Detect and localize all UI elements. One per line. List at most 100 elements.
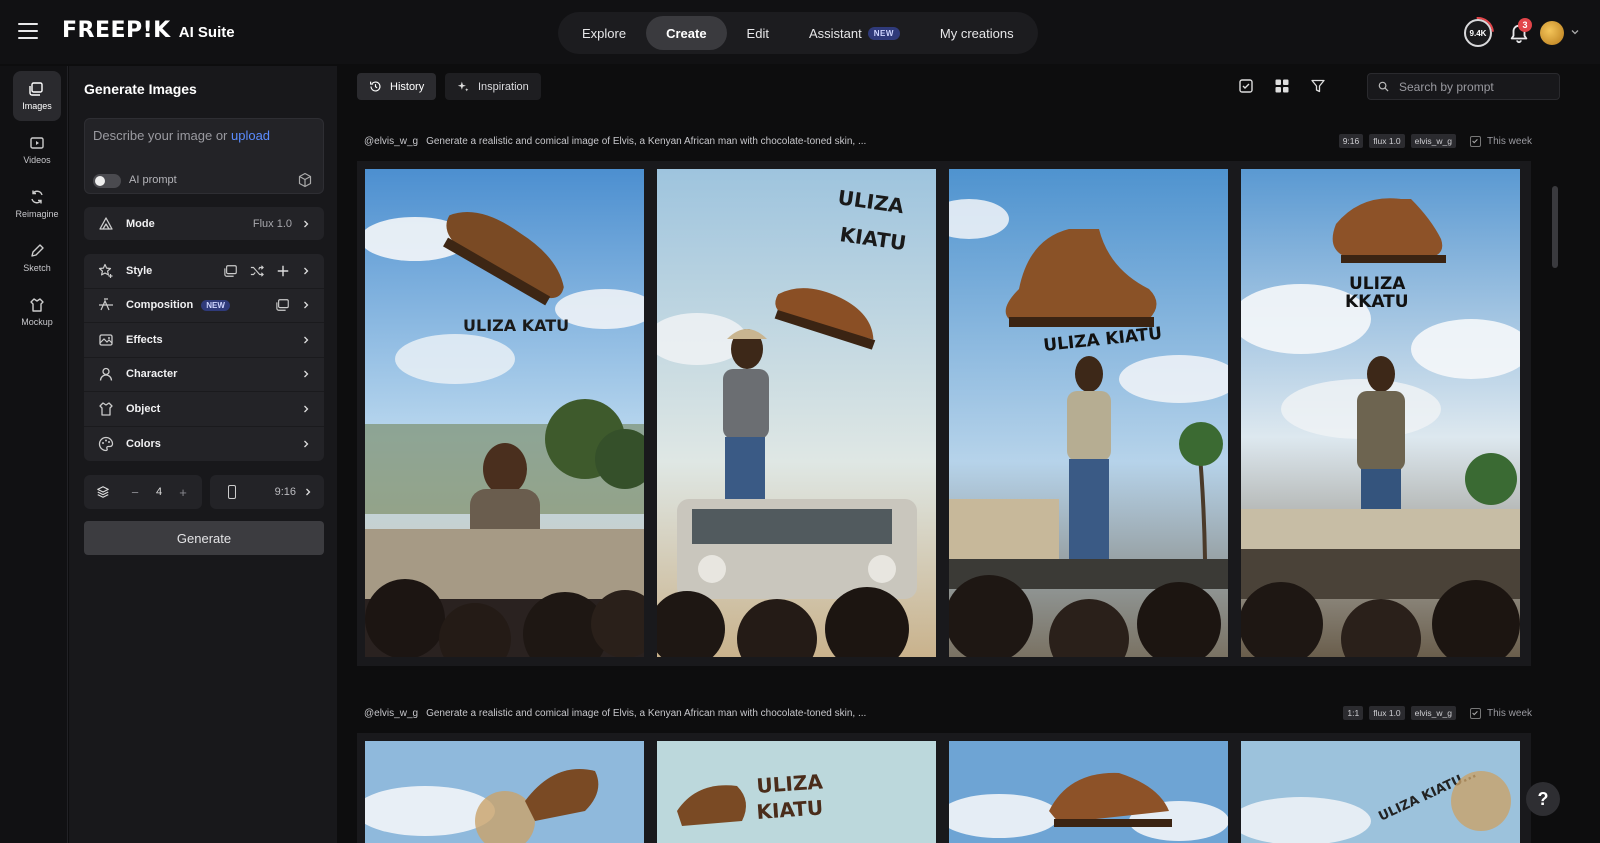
generated-image: ULIZA KIATU [657,741,936,843]
chevron-down-icon[interactable] [1570,27,1580,37]
nav-edit-label: Edit [746,25,769,41]
image-tile[interactable]: ULIZA KATU [365,169,644,657]
model-tag: flux 1.0 [1369,706,1405,720]
filter-icon[interactable] [1310,78,1326,94]
character-label-text: Character [126,368,178,381]
image-tile[interactable]: ULIZA KKATU [1241,169,1520,657]
rail-item-label: Images [22,101,52,111]
rail-item-images[interactable]: Images [13,71,61,121]
colors-label-text: Colors [126,437,161,450]
top-bar: FREEP!K AI Suite Explore Create Edit Ass… [0,0,1600,64]
mode-selector[interactable]: Mode Flux 1.0 [84,207,324,240]
decrement-button[interactable]: − [128,485,142,500]
nav-my-creations[interactable]: My creations [920,16,1034,50]
object-option[interactable]: Object [84,392,324,427]
week-checkbox[interactable] [1469,707,1481,719]
search-input[interactable] [1399,79,1549,94]
effects-option[interactable]: Effects [84,323,324,358]
increment-button[interactable]: + [176,485,190,500]
main-nav: Explore Create Edit Assistant NEW My crea… [558,12,1038,54]
new-badge: NEW [201,299,230,311]
new-badge: NEW [867,26,900,40]
character-option[interactable]: Character [84,358,324,392]
credits-value: 9.4K [1469,28,1487,38]
palette-icon [98,436,114,451]
composition-label: Composition NEW [126,299,276,311]
week-checkbox[interactable] [1469,135,1481,147]
rail-item-mockup[interactable]: Mockup [13,287,61,337]
rail-item-videos[interactable]: Videos [13,125,61,175]
chevron-right-icon [304,220,309,227]
image-tile[interactable] [365,741,644,843]
help-button[interactable]: ? [1526,782,1560,816]
prompt-input[interactable]: Describe your image or upload AI prompt [84,118,324,194]
gallery-icon[interactable] [224,264,238,278]
logo-suite-label: AI Suite [178,24,235,41]
scrollbar[interactable] [1552,186,1558,268]
image-tile[interactable]: ULIZA KIATU [657,741,936,843]
chevron-right-icon [304,440,309,448]
composition-label-text: Composition [126,299,194,312]
menu-icon[interactable] [18,23,38,39]
rail-item-reimagine[interactable]: Reimagine [13,179,61,229]
rail-item-sketch[interactable]: Sketch [13,233,61,283]
aspect-ratio-selector[interactable]: 9:16 [210,475,324,509]
generation-prompt[interactable]: Generate a realistic and comical image o… [426,136,1333,147]
colors-option[interactable]: Colors [84,427,324,462]
results-area: History Inspiration @elvis_w_g Generate … [338,66,1600,843]
images-icon [29,82,43,96]
image-caption: ULIZA KATU [463,316,569,335]
plus-icon[interactable] [276,264,290,278]
search-icon [1378,81,1389,92]
nav-assistant-label: Assistant [808,25,862,41]
mockup-icon [30,298,44,312]
inspiration-label: Inspiration [478,80,529,93]
avatar[interactable] [1540,21,1564,45]
nav-explore[interactable]: Explore [562,16,646,50]
upload-link[interactable]: upload [231,128,270,143]
credits-indicator[interactable]: 9.4K [1464,19,1492,47]
generated-image [365,741,644,843]
image-caption-line-1: ULIZA [756,769,824,798]
panel-title: Generate Images [84,81,197,97]
search-box [1367,73,1560,100]
select-checkbox-icon[interactable] [1238,78,1254,94]
image-tile[interactable] [949,741,1228,843]
portrait-ratio-icon [228,485,236,499]
generate-button[interactable]: Generate [84,521,324,555]
image-tile[interactable]: ULIZA KIATU [657,169,936,657]
nav-assistant[interactable]: Assistant NEW [789,16,920,50]
colors-label: Colors [126,438,302,450]
composition-option[interactable]: Composition NEW [84,289,324,323]
style-option[interactable]: Style [84,254,324,289]
gallery-icon[interactable] [276,298,290,312]
inspiration-button[interactable]: Inspiration [445,73,541,100]
cube-icon[interactable] [297,172,313,188]
aspect-ratio-value: 9:16 [274,486,296,498]
effects-label: Effects [126,334,302,346]
generation-header: @elvis_w_g Generate a realistic and comi… [364,705,1532,721]
nav-create[interactable]: Create [646,16,727,50]
generation-user[interactable]: @elvis_w_g [364,708,418,719]
ai-prompt-toggle[interactable] [93,174,121,188]
nav-edit[interactable]: Edit [727,16,789,50]
prompt-placeholder-text: Describe your image or [93,128,231,143]
shuffle-icon[interactable] [250,264,264,278]
layers-icon [97,486,109,498]
composition-icon [99,298,113,311]
logo[interactable]: FREEP!K AI Suite [62,18,235,43]
chevron-right-icon [304,370,309,378]
generation-user[interactable]: @elvis_w_g [364,136,418,147]
left-rail: Images Videos Reimagine Sketch Mockup [0,66,68,843]
object-icon [99,402,113,416]
generated-image: ULIZA KATU [365,169,644,657]
image-tile[interactable]: ULIZA KIATU [949,169,1228,657]
style-label: Style [126,265,224,277]
image-tile[interactable]: ULIZA KIATU... [1241,741,1520,843]
generation-prompt[interactable]: Generate a realistic and comical image o… [426,708,1337,719]
character-label: Character [126,368,302,380]
grid-view-icon[interactable] [1274,78,1290,94]
user-tag: elvis_w_g [1410,706,1456,720]
history-button[interactable]: History [357,73,437,100]
image-caption-line-1: ULIZA [1349,274,1406,294]
